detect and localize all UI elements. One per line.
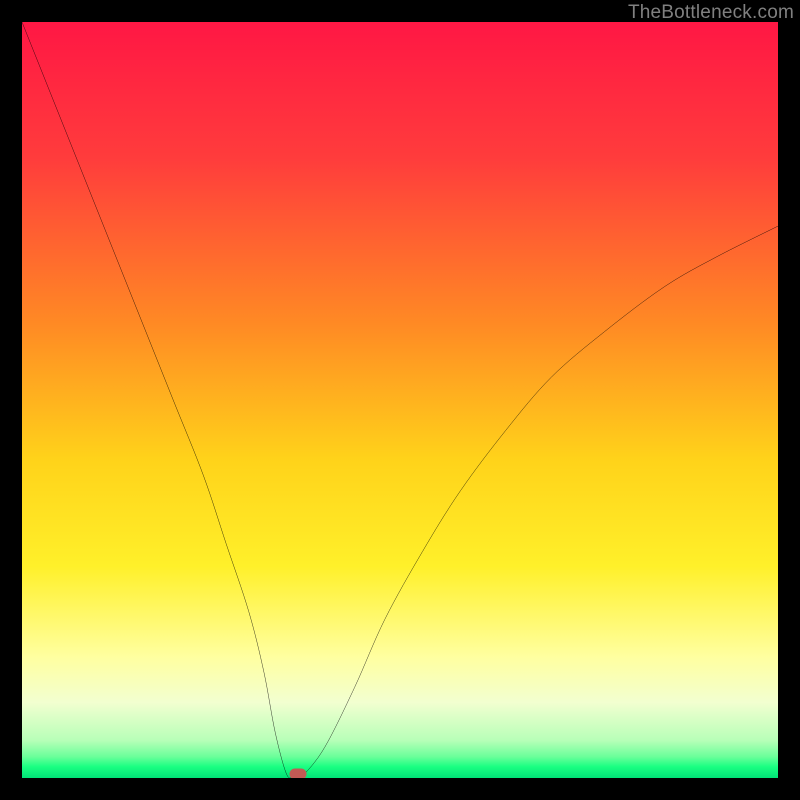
chart-frame: TheBottleneck.com xyxy=(0,0,800,800)
bottleneck-curve xyxy=(22,22,778,778)
plot-area xyxy=(22,22,778,778)
watermark-label: TheBottleneck.com xyxy=(628,2,794,24)
optimal-point-marker xyxy=(289,769,306,778)
